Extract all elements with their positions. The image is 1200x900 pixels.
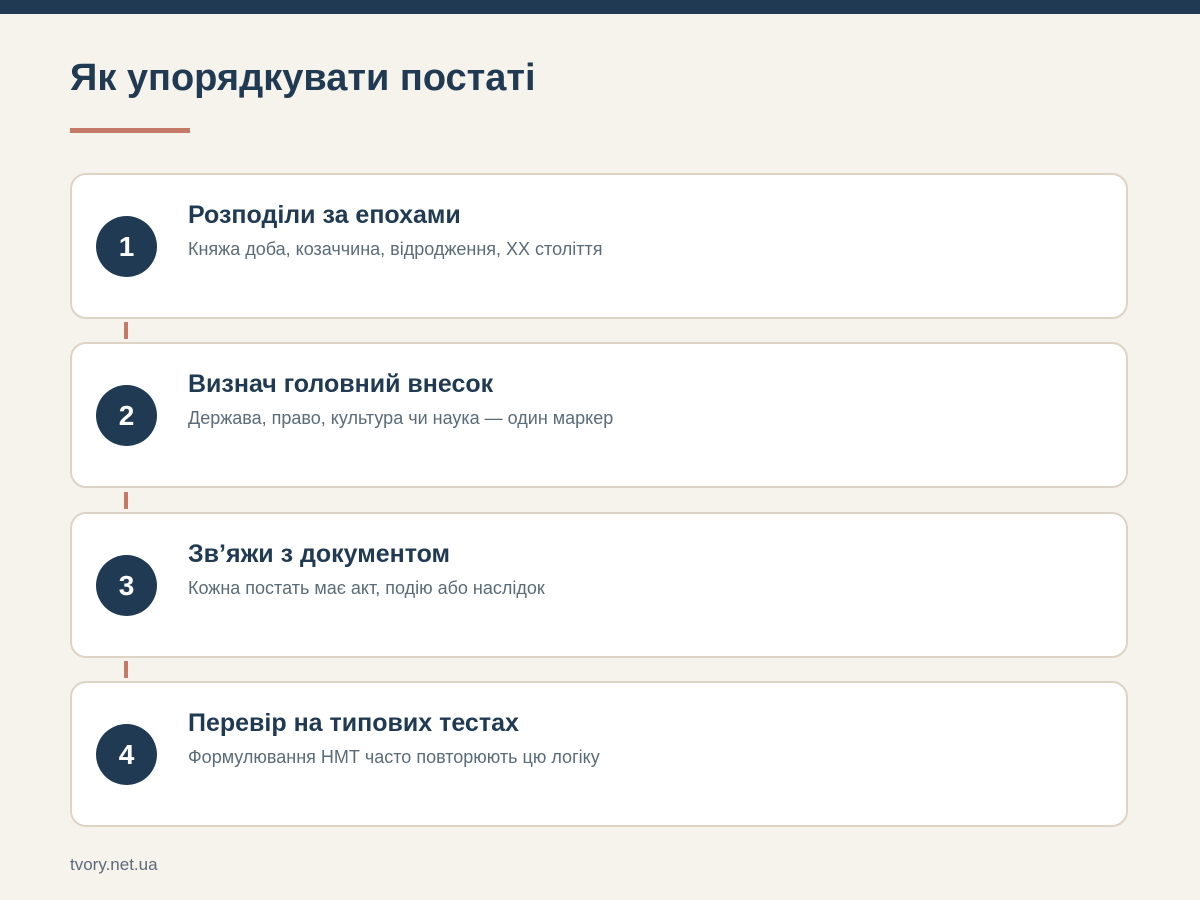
step-number-badge: 2 xyxy=(96,385,157,446)
step-connector xyxy=(124,661,128,678)
step-description: Кожна постать має акт, подію або наслідо… xyxy=(188,578,545,598)
page-title: Як упорядкувати постаті xyxy=(70,57,536,99)
step-number-badge: 4 xyxy=(96,724,157,785)
title-underline xyxy=(70,128,190,133)
step-connector xyxy=(124,492,128,509)
step-description: Держава, право, культура чи наука — один… xyxy=(188,408,614,428)
step-card-3: 3 Зв’яжи з документом Кожна постать має … xyxy=(70,512,1128,658)
step-card-1: 1 Розподіли за епохами Княжа доба, козач… xyxy=(70,173,1128,319)
step-card-4: 4 Перевір на типових тестах Формулювання… xyxy=(70,681,1128,827)
step-number-badge: 3 xyxy=(96,555,157,616)
step-connector xyxy=(124,322,128,339)
step-number-badge: 1 xyxy=(96,216,157,277)
step-description: Княжа доба, козаччина, відродження, XX с… xyxy=(188,239,603,259)
step-title: Розподіли за епохами xyxy=(188,201,461,229)
step-title: Визнач головний внесок xyxy=(188,370,494,398)
step-card-2: 2 Визнач головний внесок Держава, право,… xyxy=(70,342,1128,488)
footer-source-link[interactable]: tvory.net.ua xyxy=(70,855,158,875)
step-title: Перевір на типових тестах xyxy=(188,709,519,737)
step-title: Зв’яжи з документом xyxy=(188,540,451,568)
top-accent-bar xyxy=(0,0,1200,14)
step-description: Формулювання НМТ часто повторюють цю лог… xyxy=(188,747,600,767)
